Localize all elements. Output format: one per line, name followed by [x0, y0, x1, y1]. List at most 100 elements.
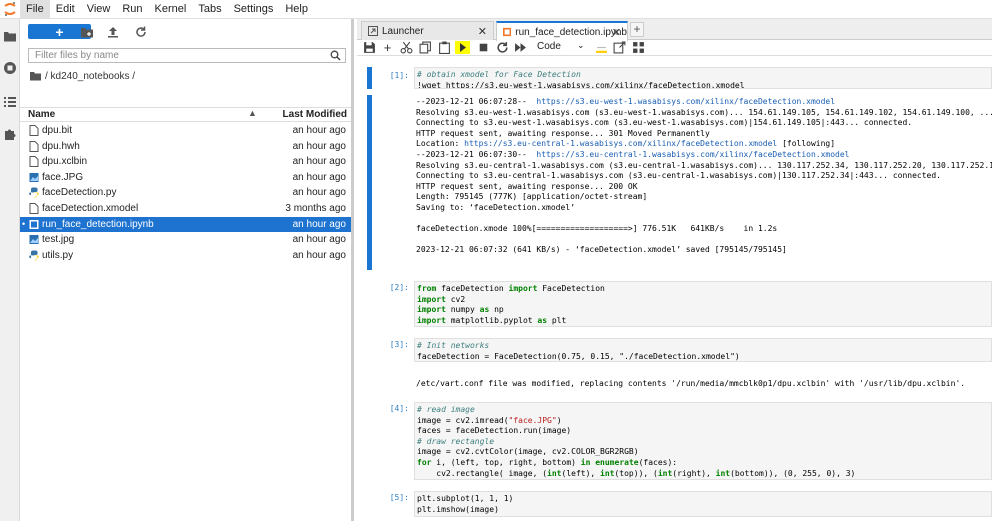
breadcrumb: / kd240_notebooks / [30, 69, 135, 83]
output-line: --2023-12-21 06:07:30-- https://s3.eu-ce… [416, 149, 850, 159]
main-area: Launcher ✕ run_face_detection.ipynb ✕ + … [357, 19, 992, 521]
cell-input[interactable]: plt.subplot(1, 1, 1) plt.imshow(image) [414, 491, 992, 517]
menu-settings[interactable]: Settings [228, 0, 280, 19]
file-row[interactable]: faceDetection.py an hour ago [20, 185, 351, 200]
code-line: faces = faceDetection.run(image) [417, 426, 572, 436]
file-icon [29, 156, 39, 168]
file-row[interactable]: faceDetection.xmodel 3 months ago [20, 201, 351, 216]
cell-input[interactable]: # Init networks faceDetection = FaceDete… [414, 338, 992, 362]
breadcrumb-path[interactable]: / kd240_notebooks / [45, 71, 135, 82]
restart-icon[interactable] [496, 41, 509, 54]
file-modified: an hour ago [292, 140, 346, 152]
file-icon [29, 140, 39, 152]
menu-edit[interactable]: Edit [50, 0, 81, 19]
tab-bar: Launcher ✕ run_face_detection.ipynb ✕ + [357, 19, 992, 41]
stop-icon[interactable] [477, 41, 490, 54]
code-line: image = cv2.cvtColor(image, cv2.COLOR_BG… [417, 447, 639, 457]
grid-icon[interactable] [632, 41, 645, 54]
close-icon[interactable]: ✕ [478, 25, 487, 38]
cell-output: --2023-12-21 06:07:28-- https://s3.eu-we… [414, 97, 992, 267]
cell-input[interactable]: from faceDetection import FaceDetection … [414, 281, 992, 327]
cell-type-dropdown[interactable]: Code ⌄ [537, 40, 587, 54]
python-icon [29, 250, 39, 261]
file-row[interactable]: face.JPG an hour ago [20, 170, 351, 185]
file-modified: an hour ago [292, 187, 346, 199]
copy-icon[interactable] [419, 41, 432, 54]
code-line: plt.imshow(image) [417, 504, 499, 514]
file-name: dpu.xclbin [42, 156, 88, 168]
file-row[interactable]: utils.py an hour ago [20, 248, 351, 263]
cell-type-value: Code [537, 41, 561, 52]
output-line: HTTP request sent, awaiting response... … [416, 181, 638, 191]
cell-prompt: [1]: [389, 71, 409, 80]
new-folder-icon[interactable] [80, 25, 94, 39]
name-column-header[interactable]: Name [28, 109, 55, 120]
file-modified: an hour ago [292, 156, 346, 168]
paste-icon[interactable] [438, 41, 451, 54]
cell-input[interactable]: # read image image = cv2.imread("face.JP… [414, 402, 992, 480]
folder-icon[interactable] [30, 71, 41, 81]
close-icon[interactable]: ✕ [612, 26, 621, 39]
output-active-bar [367, 95, 372, 270]
filter-input[interactable]: Filter files by name [28, 48, 346, 63]
cell-prompt: [2]: [389, 283, 409, 292]
run-cell-icon[interactable] [455, 41, 470, 54]
code-line: faceDetection = FaceDetection(0.75, 0.15… [417, 351, 740, 361]
insert-cell-icon[interactable]: + [381, 40, 394, 55]
menu-tabs[interactable]: Tabs [192, 0, 227, 19]
open-external-icon[interactable] [613, 41, 626, 54]
menu-help[interactable]: Help [279, 0, 314, 19]
refresh-icon[interactable] [134, 25, 148, 39]
extension-icon[interactable] [3, 127, 17, 141]
file-browser-toolbar: + [20, 19, 354, 45]
file-row[interactable]: test.jpg an hour ago [20, 232, 351, 247]
jupyter-logo-icon [0, 0, 20, 19]
file-name: dpu.bit [42, 125, 73, 136]
image-icon [29, 172, 39, 183]
cell-output: /etc/vart.conf file was modified, replac… [416, 379, 966, 388]
file-name: run_face_detection.ipynb [42, 218, 154, 230]
notebook-icon [503, 27, 512, 37]
code-line: !wget https://s3.eu-west-1.wasabisys.com… [417, 80, 745, 89]
image-icon [29, 234, 39, 245]
cell-prompt: [5]: [389, 493, 409, 502]
tab-label: Launcher [382, 25, 424, 37]
tab-notebook[interactable]: run_face_detection.ipynb ✕ [496, 21, 628, 41]
toc-icon[interactable] [3, 95, 17, 109]
fast-forward-icon[interactable] [514, 41, 527, 54]
file-row[interactable]: dpu.hwh an hour ago [20, 139, 351, 154]
cell-active-bar [367, 67, 372, 89]
kernel-status-icon [596, 46, 607, 53]
code-line: from faceDetection import FaceDetection [417, 284, 605, 293]
modified-column-header[interactable]: Last Modified [283, 109, 347, 120]
sort-up-icon[interactable]: ▲ [248, 108, 257, 118]
running-icon[interactable] [3, 61, 17, 75]
save-icon[interactable] [363, 41, 376, 54]
file-modified: an hour ago [292, 234, 346, 246]
folder-icon[interactable] [3, 29, 17, 43]
file-row[interactable]: dpu.xclbin an hour ago [20, 154, 351, 169]
tab-launcher[interactable]: Launcher ✕ [361, 21, 494, 40]
file-modified: an hour ago [292, 218, 346, 230]
upload-icon[interactable] [106, 25, 120, 39]
cell-prompt: [3]: [389, 340, 409, 349]
file-name: faceDetection.py [42, 187, 117, 199]
output-line: faceDetection.xmode 100%[===============… [416, 224, 778, 234]
file-list-header: Name ▲ Last Modified [20, 107, 351, 122]
file-icon [29, 203, 39, 214]
menu-file[interactable]: File [20, 0, 50, 19]
menu-run[interactable]: Run [116, 0, 148, 19]
cell-input[interactable]: # obtain xmodel for Face Detection !wget… [414, 67, 992, 89]
menu-view[interactable]: View [81, 0, 117, 19]
file-row[interactable]: dpu.bit an hour ago [20, 123, 351, 138]
notebook-toolbar: + Code ⌄ [357, 40, 992, 56]
cut-icon[interactable] [400, 41, 413, 54]
code-line: # Init networks [417, 341, 490, 350]
code-line: import cv2 [417, 294, 466, 304]
menu-kernel[interactable]: Kernel [149, 0, 193, 19]
notebook-icon [29, 219, 39, 230]
output-line: HTTP request sent, awaiting response... … [416, 128, 710, 138]
add-tab-button[interactable]: + [630, 22, 644, 37]
file-row[interactable]: • run_face_detection.ipynb an hour ago [20, 216, 351, 232]
file-name: test.jpg [42, 234, 75, 246]
